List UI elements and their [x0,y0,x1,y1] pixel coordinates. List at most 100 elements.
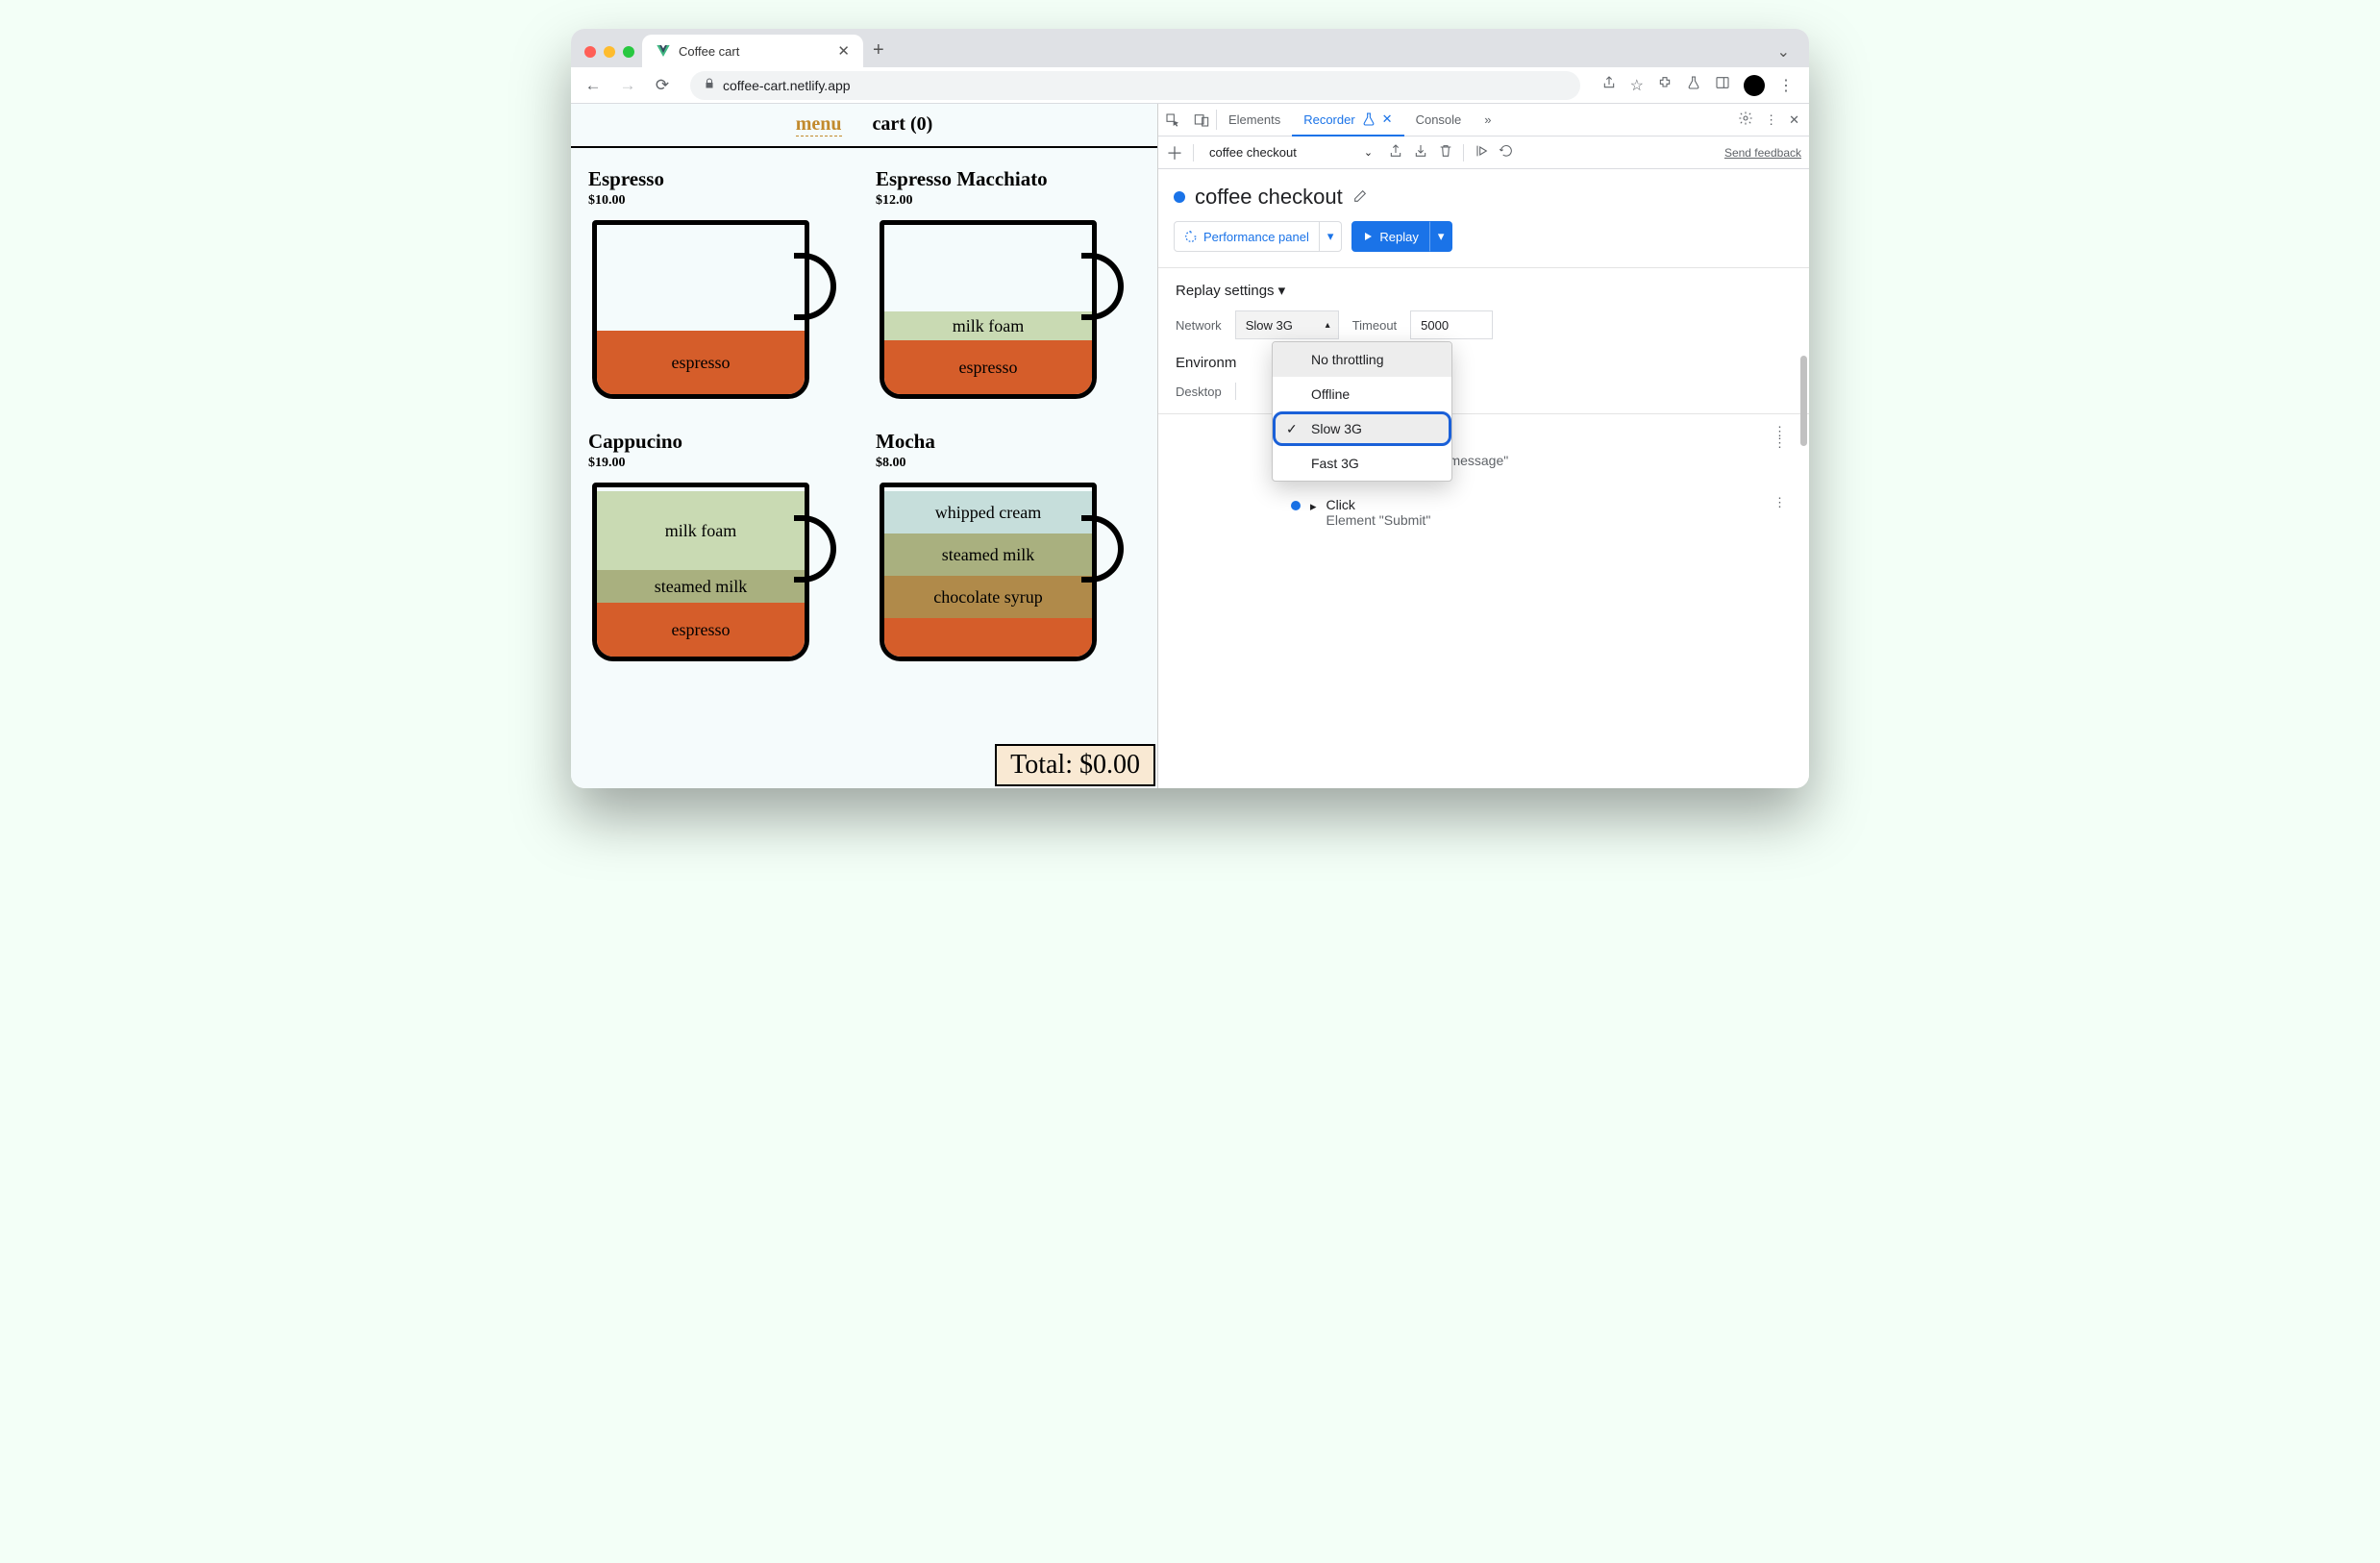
close-window-icon[interactable] [584,46,596,58]
menu-item[interactable]: Cappucino$19.00milk foamsteamed milkespr… [588,430,853,665]
performance-panel-dropdown[interactable]: ▾ [1320,221,1343,252]
cart-total[interactable]: Total: $0.00 [995,744,1155,786]
tab-recorder[interactable]: Recorder ✕ [1292,104,1403,136]
throttle-option-offline[interactable]: Offline [1273,377,1451,411]
labs-icon[interactable] [1686,75,1701,95]
item-name: Cappucino [588,430,853,454]
browser-tab[interactable]: Coffee cart ✕ [642,35,863,67]
page-nav: menu cart (0) [571,104,1157,148]
forward-button[interactable]: → [613,76,642,95]
close-recorder-tab-icon[interactable]: ✕ [1382,112,1393,127]
recording-name: coffee checkout [1209,145,1297,160]
edit-title-icon[interactable] [1352,185,1368,210]
performance-panel-button[interactable]: Performance panel [1174,221,1320,252]
throttle-option-slow-3g[interactable]: Slow 3G [1273,411,1451,446]
menu-item[interactable]: Espresso Macchiato$12.00milk foamespress… [876,167,1140,403]
close-devtools-icon[interactable]: ✕ [1789,112,1799,128]
webpage: menu cart (0) Espresso$10.00espressoEspr… [571,104,1158,788]
timeout-input[interactable]: 5000 [1410,310,1493,339]
minimize-window-icon[interactable] [604,46,615,58]
throttle-option-fast-3g[interactable]: Fast 3G [1273,446,1451,481]
cup-layer: steamed milk [597,570,805,603]
new-recording-icon[interactable]: ＋ [1166,140,1183,165]
record-dot-icon [1174,191,1185,203]
close-tab-icon[interactable]: ✕ [837,42,850,60]
vue-favicon-icon [656,43,671,59]
cup-handle [1081,253,1124,320]
devtools-menu-icon[interactable]: ⋮ [1765,112,1777,128]
lock-icon [704,78,715,92]
coffee-cup: espresso [588,216,827,403]
step-menu-icon[interactable]: ⋮ [1773,435,1786,451]
cup-handle [1081,515,1124,583]
browser-tabbar: Coffee cart ✕ + ⌄ [571,29,1809,67]
url-text: coffee-cart.netlify.app [723,78,851,93]
continue-replay-icon[interactable] [1499,143,1514,161]
coffee-cup: whipped creamsteamed milkchocolate syrup [876,479,1114,665]
nav-menu[interactable]: menu [796,113,842,136]
settings-gear-icon[interactable] [1738,111,1753,129]
nav-cart[interactable]: cart (0) [873,113,933,136]
export-icon[interactable] [1388,143,1403,161]
address-bar[interactable]: coffee-cart.netlify.app [690,71,1580,100]
profile-avatar[interactable] [1744,75,1765,96]
cup-layer: milk foam [884,311,1092,340]
chevron-down-icon: ▾ [1278,282,1286,299]
cup-handle [794,253,836,320]
step-bullet-icon [1291,501,1301,510]
browser-urlbar: ← → ⟳ coffee-cart.netlify.app ☆ ⋮ [571,67,1809,104]
cup-layer: steamed milk [884,533,1092,576]
recording-selector[interactable]: coffee checkout ⌄ [1203,145,1378,160]
menu-item[interactable]: Espresso$10.00espresso [588,167,853,403]
desktop-label: Desktop [1176,385,1222,399]
extensions-icon[interactable] [1657,75,1673,95]
device-toolbar-icon[interactable] [1187,104,1216,136]
step-menu-icon[interactable]: ⋮ [1773,495,1786,510]
side-panel-icon[interactable] [1715,75,1730,95]
menu-item[interactable]: Mocha$8.00whipped creamsteamed milkchoco… [876,430,1140,665]
step-action: Click [1326,497,1431,512]
tab-title: Coffee cart [679,44,739,59]
tab-elements[interactable]: Elements [1217,104,1292,136]
reload-button[interactable]: ⟳ [648,76,677,95]
browser-menu-icon[interactable]: ⋮ [1778,76,1794,95]
cup-layer: espresso [884,340,1092,394]
scrollbar-thumb[interactable] [1800,356,1807,446]
replay-settings-heading[interactable]: Replay settings ▾ [1176,282,1792,299]
import-icon[interactable] [1413,143,1428,161]
tabs-more-icon[interactable]: » [1473,104,1502,136]
coffee-cup: milk foamespresso [876,216,1114,403]
window-controls [581,46,642,67]
new-tab-button[interactable]: + [863,39,894,67]
delete-icon[interactable] [1438,143,1453,161]
step-row[interactable]: ▸ Click Element "Submit" ⋮ [1291,491,1792,533]
cup-layer: milk foam [597,491,805,570]
step-replay-icon[interactable] [1474,143,1489,161]
replay-button[interactable]: Replay [1351,221,1428,252]
cup-layer: espresso [597,331,805,394]
chevron-right-icon[interactable]: ▸ [1310,499,1317,514]
item-name: Mocha [876,430,1140,454]
share-icon[interactable] [1601,75,1617,95]
recorder-actions: Performance panel ▾ Replay ▾ [1158,221,1809,267]
replay-settings: Replay settings ▾ Network Slow 3G▴ Timeo… [1158,268,1809,413]
network-throttle-select[interactable]: Slow 3G▴ [1235,310,1339,339]
cup-layer: whipped cream [884,491,1092,533]
cup-handle [794,515,836,583]
chevron-up-icon: ▴ [1326,320,1330,331]
tabs-overflow-icon[interactable]: ⌄ [1768,42,1799,67]
bookmark-icon[interactable]: ☆ [1630,76,1644,95]
replay-dropdown[interactable]: ▾ [1429,221,1453,252]
maximize-window-icon[interactable] [623,46,634,58]
throttle-option-no-throttling[interactable]: No throttling [1273,342,1451,377]
send-feedback-link[interactable]: Send feedback [1724,146,1801,160]
inspect-element-icon[interactable] [1158,104,1187,136]
recording-title-row: coffee checkout [1158,169,1809,221]
environment-heading: Environm [1176,355,1792,371]
network-label: Network [1176,318,1222,333]
back-button[interactable]: ← [579,76,607,95]
item-price: $12.00 [876,193,1140,209]
cup-layer: chocolate syrup [884,576,1092,618]
item-name: Espresso [588,167,853,191]
tab-console[interactable]: Console [1404,104,1474,136]
